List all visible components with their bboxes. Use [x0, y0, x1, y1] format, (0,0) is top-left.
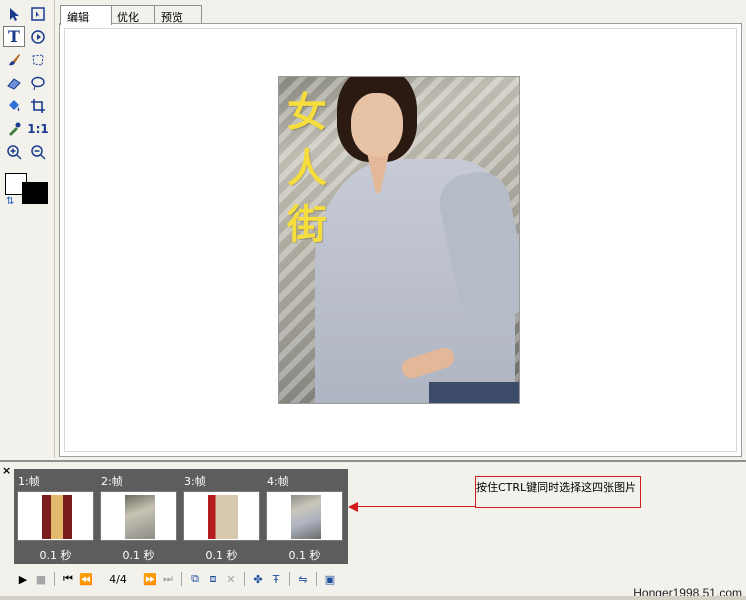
frame-thumbnail[interactable]: [183, 491, 260, 541]
select-subselection-icon[interactable]: [27, 3, 49, 24]
last-frame-icon[interactable]: ⏭: [159, 571, 177, 587]
stop-icon[interactable]: ■: [32, 571, 50, 587]
frames-strip: 1:帧 0.1 秒 2:帧 0.1 秒 3:帧 0.1 秒 4:帧 0.1 秒: [14, 469, 348, 564]
annotation-text: 按住CTRL键同时选择这四张图片: [476, 481, 637, 494]
canvas-photo[interactable]: 女人街: [278, 76, 520, 404]
brush-icon[interactable]: [3, 49, 25, 70]
vertical-title-text: 女人街: [287, 89, 327, 248]
frame-delay[interactable]: 0.1 秒: [263, 547, 346, 563]
actual-size-icon[interactable]: 1:1: [27, 118, 49, 139]
frame-label: 4:帧: [267, 475, 289, 488]
text-animation-icon[interactable]: Ŧ: [267, 571, 285, 587]
delete-frame-icon[interactable]: ✕: [222, 571, 240, 587]
frame-delay[interactable]: 0.1 秒: [14, 547, 97, 563]
previous-frame-icon[interactable]: ⏪: [77, 571, 95, 587]
frame-label: 2:帧: [101, 475, 123, 488]
zoom-in-icon[interactable]: [3, 141, 25, 162]
frame-delay[interactable]: 0.1 秒: [180, 547, 263, 563]
photo-jeans: [429, 382, 519, 403]
play-icon[interactable]: ▶: [14, 571, 32, 587]
pointer-arrow-icon[interactable]: [3, 3, 25, 24]
oval-lasso-icon[interactable]: [27, 72, 49, 93]
photo-face: [351, 93, 403, 157]
thumbnail-image: [291, 495, 321, 539]
thumbnail-image: [208, 495, 238, 539]
toolbar-separator: [181, 572, 182, 586]
frame-label: 3:帧: [184, 475, 206, 488]
frame-1[interactable]: 1:帧 0.1 秒: [14, 469, 97, 564]
eraser-icon[interactable]: [3, 72, 25, 93]
frame-thumbnail[interactable]: [266, 491, 343, 541]
toolbar-separator: [316, 572, 317, 586]
text-tool-icon[interactable]: T: [3, 26, 25, 47]
toolbar-separator: [244, 572, 245, 586]
background-color-swatch[interactable]: [22, 182, 48, 204]
swap-colors-icon[interactable]: ⇅: [6, 196, 14, 207]
tab-preview[interactable]: 预览: [154, 5, 202, 24]
eyedropper-icon[interactable]: [3, 118, 25, 139]
tab-edit[interactable]: 编辑: [60, 5, 112, 25]
frame-delay[interactable]: 0.1 秒: [97, 547, 180, 563]
frame-label: 1:帧: [18, 475, 40, 488]
frame-2[interactable]: 2:帧 0.1 秒: [97, 469, 180, 564]
tab-label: 编辑: [67, 11, 89, 24]
frame-thumbnail[interactable]: [100, 491, 177, 541]
annotation-arrow-icon: [348, 502, 358, 512]
tween-icon[interactable]: ✤: [249, 571, 267, 587]
status-bar: [0, 596, 746, 600]
toolbar-separator: [289, 572, 290, 586]
add-frame-icon[interactable]: ⧉: [186, 571, 204, 587]
annotation-line: [357, 506, 475, 507]
frame-3[interactable]: 3:帧 0.1 秒: [180, 469, 263, 564]
frame-4[interactable]: 4:帧 0.1 秒: [263, 469, 346, 564]
toolbar-separator: [54, 572, 55, 586]
close-icon[interactable]: ×: [2, 464, 11, 477]
lasso-icon[interactable]: [27, 49, 49, 70]
duplicate-frame-icon[interactable]: ⧈: [204, 571, 222, 587]
frame-counter: 4/4: [109, 572, 127, 586]
frames-panel: × 1:帧 0.1 秒 2:帧 0.1 秒 3:帧 0.1 秒 4:帧 0.1 …: [0, 460, 746, 600]
playback-controls: ▶ ■ ⏮ ⏪ 4/4 ⏩ ⏭ ⧉ ⧈ ✕ ✤ Ŧ ⇋ ▣: [14, 571, 339, 587]
tab-optimize[interactable]: 优化: [110, 5, 156, 24]
rotate-icon[interactable]: [27, 26, 49, 47]
first-frame-icon[interactable]: ⏮: [59, 571, 77, 587]
thumbnail-image: [42, 495, 72, 539]
frame-thumbnail[interactable]: [17, 491, 94, 541]
crop-icon[interactable]: [27, 95, 49, 116]
fill-bucket-icon[interactable]: [3, 95, 25, 116]
image-editor-window: T 1:1 ⇅ 编辑 优化 预览 女人街 × 1:帧 0.1 秒 2:帧 0.1…: [0, 0, 746, 600]
toolbox-panel: T 1:1 ⇅: [0, 0, 55, 458]
thumbnail-image: [125, 495, 155, 539]
zoom-out-icon[interactable]: [27, 141, 49, 162]
reverse-frames-icon[interactable]: ⇋: [294, 571, 312, 587]
frame-properties-icon[interactable]: ▣: [321, 571, 339, 587]
next-frame-icon[interactable]: ⏩: [141, 571, 159, 587]
